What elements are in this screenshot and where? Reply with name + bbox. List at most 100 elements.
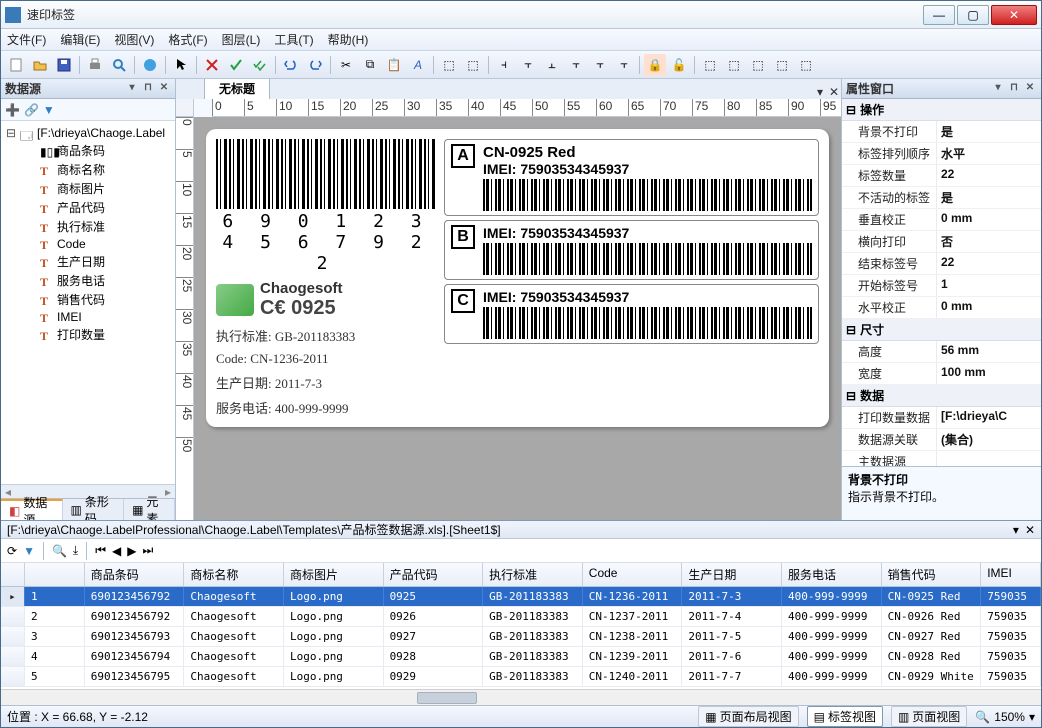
tree-field[interactable]: T商标图片	[3, 179, 173, 198]
grid-search-icon[interactable]: 🔍	[52, 544, 67, 558]
label-detail-line[interactable]: Code: CN-1236-2011	[216, 351, 436, 367]
tree-field[interactable]: T销售代码	[3, 290, 173, 309]
view-page-layout[interactable]: ▦页面布局视图	[698, 706, 798, 727]
paste-icon[interactable]: 📋	[383, 54, 405, 76]
grid-refresh-icon[interactable]: ⟳	[7, 544, 17, 558]
font-icon[interactable]: A	[407, 54, 429, 76]
prop-category[interactable]: ⊟ 数据	[842, 385, 1041, 407]
imei-box[interactable]: ACN-0925 RedIMEI: 75903534345937	[444, 139, 819, 216]
prop-category[interactable]: ⊟ 操作	[842, 99, 1041, 121]
tree-field[interactable]: T执行标准	[3, 217, 173, 236]
grid-export-icon[interactable]: ⤓	[73, 543, 78, 558]
grid-column-header[interactable]: 商标图片	[284, 563, 384, 586]
dist-h-icon[interactable]: ⬚	[699, 54, 721, 76]
grid-row[interactable]: 4690123456794ChaogesoftLogo.png0928GB-20…	[1, 647, 1041, 667]
lock-icon[interactable]: 🔒	[644, 54, 666, 76]
zoom-out-icon[interactable]: 🔍	[975, 710, 990, 724]
grid-column-header[interactable]: 服务电话	[782, 563, 882, 586]
grid-column-header[interactable]: Code	[583, 563, 683, 586]
grid-close-icon[interactable]: ✕	[1025, 523, 1035, 537]
grid-row[interactable]: ▸1690123456792ChaogesoftLogo.png0925GB-2…	[1, 587, 1041, 607]
redo-icon[interactable]	[304, 54, 326, 76]
prop-row[interactable]: 横向打印否	[842, 231, 1041, 253]
menu-tools[interactable]: 工具(T)	[274, 31, 313, 48]
grid-horizontal-scrollbar[interactable]	[1, 689, 1041, 705]
grid-row[interactable]: 2690123456792ChaogesoftLogo.png0926GB-20…	[1, 607, 1041, 627]
prop-row[interactable]: 标签数量22	[842, 165, 1041, 187]
product-barcode[interactable]	[216, 139, 436, 209]
prop-row[interactable]: 数据源关联(集合)	[842, 429, 1041, 451]
prop-row[interactable]: 标签排列顺序水平	[842, 143, 1041, 165]
label-preview[interactable]: 6 9 0 1 2 3 4 5 6 7 9 2 2 Chaogesoft C€ …	[206, 129, 829, 427]
dist-v-icon[interactable]: ⬚	[723, 54, 745, 76]
grid-first-icon[interactable]: ⏮	[95, 543, 106, 558]
prop-row[interactable]: 结束标签号22	[842, 253, 1041, 275]
cut-icon[interactable]: ✂	[335, 54, 357, 76]
prop-row[interactable]: 高度56 mm	[842, 341, 1041, 363]
panel-dropdown-icon[interactable]: ▾	[125, 82, 139, 96]
same-size-icon[interactable]: ⬚	[795, 54, 817, 76]
copy-icon[interactable]: ⧉	[359, 54, 381, 76]
imei-box[interactable]: CIMEI: 75903534345937	[444, 284, 819, 344]
tree-field[interactable]: TIMEI	[3, 309, 173, 325]
panel-close-icon[interactable]: ✕	[157, 82, 171, 96]
document-tab[interactable]: 无标题	[204, 79, 270, 99]
tree-field[interactable]: T产品代码	[3, 198, 173, 217]
pointer-icon[interactable]	[170, 54, 192, 76]
grid-column-header[interactable]: 产品代码	[384, 563, 484, 586]
field-tree[interactable]: ⊟🗔 [F:\drieya\Chaoge.Label ▮▯▮商品条码T商标名称T…	[1, 121, 175, 484]
label-detail-line[interactable]: 服务电话: 400-999-9999	[216, 398, 436, 417]
tree-root[interactable]: ⊟🗔 [F:\drieya\Chaoge.Label	[3, 125, 173, 141]
menu-format[interactable]: 格式(F)	[168, 31, 207, 48]
canvas[interactable]: 6 9 0 1 2 3 4 5 6 7 9 2 2 Chaogesoft C€ …	[194, 117, 841, 520]
panel-pin-icon[interactable]: ⊓	[141, 82, 155, 96]
align-center-icon[interactable]: ⫟	[517, 54, 539, 76]
align-right-icon[interactable]: ⫠	[541, 54, 563, 76]
tab-element[interactable]: ▦元素	[124, 499, 175, 520]
tab-barcode[interactable]: ▥条形码	[63, 499, 125, 520]
prop-row[interactable]: 主数据源	[842, 451, 1041, 466]
menu-view[interactable]: 视图(V)	[114, 31, 154, 48]
menu-help[interactable]: 帮助(H)	[328, 31, 369, 48]
tree-field[interactable]: T商标名称	[3, 160, 173, 179]
same-height-icon[interactable]: ⬚	[771, 54, 793, 76]
prop-row[interactable]: 宽度100 mm	[842, 363, 1041, 385]
align-top-icon[interactable]: ⫟	[565, 54, 587, 76]
grid-column-header[interactable]: 生产日期	[682, 563, 782, 586]
grid-row[interactable]: 5690123456795ChaogesoftLogo.png0929GB-20…	[1, 667, 1041, 687]
data-grid[interactable]: 商品条码商标名称商标图片产品代码执行标准Code生产日期服务电话销售代码IMEI…	[1, 563, 1041, 689]
save-icon[interactable]	[53, 54, 75, 76]
grid-column-header[interactable]: 商标名称	[184, 563, 284, 586]
same-width-icon[interactable]: ⬚	[747, 54, 769, 76]
unlock-icon[interactable]: 🔓	[668, 54, 690, 76]
prop-row[interactable]: 打印数量数据[F:\drieya\C	[842, 407, 1041, 429]
tab-dropdown-icon[interactable]: ▾	[813, 85, 827, 99]
tree-scroll-left-icon[interactable]: ◂	[5, 485, 11, 498]
label-detail-line[interactable]: 生产日期: 2011-7-3	[216, 373, 436, 392]
align-left-icon[interactable]: ⫞	[493, 54, 515, 76]
menu-layer[interactable]: 图层(L)	[222, 31, 261, 48]
filter-icon[interactable]: ▼	[43, 103, 55, 117]
property-grid[interactable]: ⊟ 操作背景不打印是标签排列顺序水平标签数量22不活动的标签是垂直校正0 mm横…	[842, 99, 1041, 466]
check-all-icon[interactable]	[249, 54, 271, 76]
open-icon[interactable]	[29, 54, 51, 76]
align-middle-icon[interactable]: ⫟	[589, 54, 611, 76]
menu-file[interactable]: 文件(F)	[7, 31, 46, 48]
prop-row[interactable]: 开始标签号1	[842, 275, 1041, 297]
grid-next-icon[interactable]: ▶	[127, 544, 136, 558]
maximize-button[interactable]: ▢	[957, 5, 989, 25]
tree-field[interactable]: ▮▯▮商品条码	[3, 141, 173, 160]
view-page[interactable]: ▥页面视图	[891, 706, 967, 727]
menu-edit[interactable]: 编辑(E)	[60, 31, 100, 48]
delete-icon[interactable]	[201, 54, 223, 76]
prop-row[interactable]: 水平校正0 mm	[842, 297, 1041, 319]
bring-front-icon[interactable]: ⬚	[438, 54, 460, 76]
tab-close-icon[interactable]: ✕	[827, 85, 841, 99]
preview-icon[interactable]	[108, 54, 130, 76]
new-icon[interactable]	[5, 54, 27, 76]
prop-row[interactable]: 背景不打印是	[842, 121, 1041, 143]
grid-dropdown-icon[interactable]: ▾	[1013, 523, 1019, 537]
tree-field[interactable]: T生产日期	[3, 252, 173, 271]
tree-field[interactable]: T服务电话	[3, 271, 173, 290]
grid-column-header[interactable]: 销售代码	[882, 563, 982, 586]
